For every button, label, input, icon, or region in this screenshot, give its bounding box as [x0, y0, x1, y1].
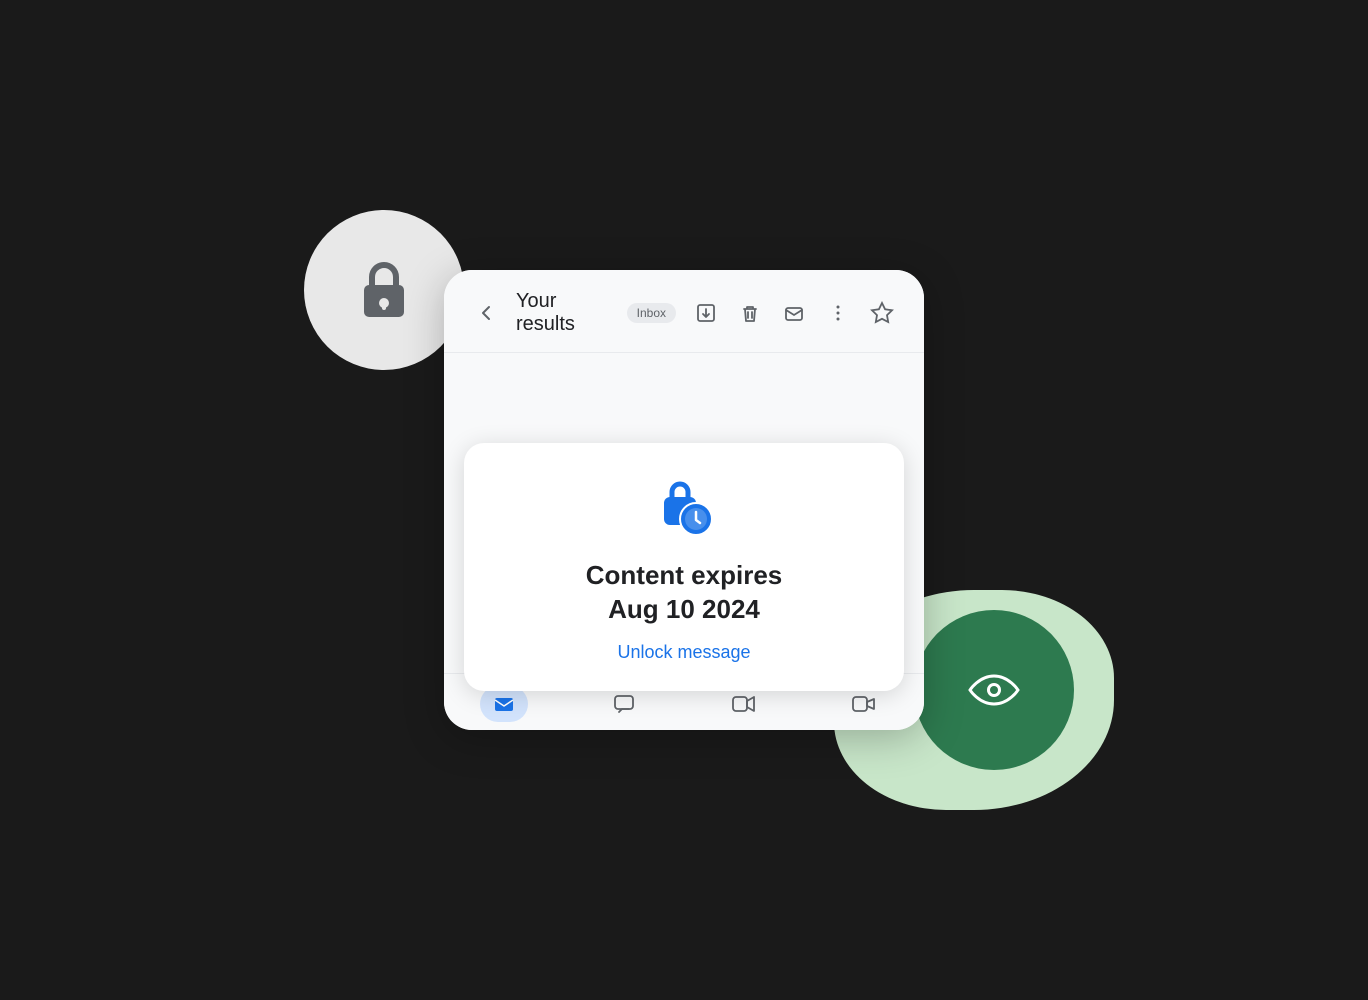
- back-button[interactable]: [468, 295, 504, 331]
- email-content-area: Content expires Aug 10 2024 Unlock messa…: [444, 353, 924, 673]
- more-options-button[interactable]: [820, 295, 856, 331]
- lock-circle-decoration: [304, 210, 464, 370]
- star-button[interactable]: [864, 295, 900, 331]
- email-header: Your results Inbox: [444, 270, 924, 353]
- nav-video-button[interactable]: [840, 686, 888, 722]
- download-button[interactable]: [688, 295, 724, 331]
- eye-circle-decoration: [914, 610, 1074, 770]
- lock-icon: [354, 255, 414, 325]
- nav-chat-button[interactable]: [600, 686, 648, 722]
- subject-area: Your results Inbox: [516, 290, 676, 336]
- unlock-link[interactable]: Unlock message: [617, 642, 750, 662]
- expiry-overlay-card: Content expires Aug 10 2024 Unlock messa…: [464, 443, 904, 692]
- mark-unread-button[interactable]: [776, 295, 812, 331]
- eye-icon: [968, 672, 1020, 708]
- expiry-icon: [652, 475, 716, 539]
- nav-mail-button[interactable]: [480, 686, 528, 722]
- email-subject: Your results: [516, 290, 617, 336]
- expiry-title: Content expires Aug 10 2024: [504, 559, 864, 627]
- inbox-badge: Inbox: [627, 303, 676, 323]
- email-card: Your results Inbox: [444, 270, 924, 730]
- header-actions: [688, 295, 900, 331]
- delete-button[interactable]: [732, 295, 768, 331]
- nav-meet-button[interactable]: [720, 686, 768, 722]
